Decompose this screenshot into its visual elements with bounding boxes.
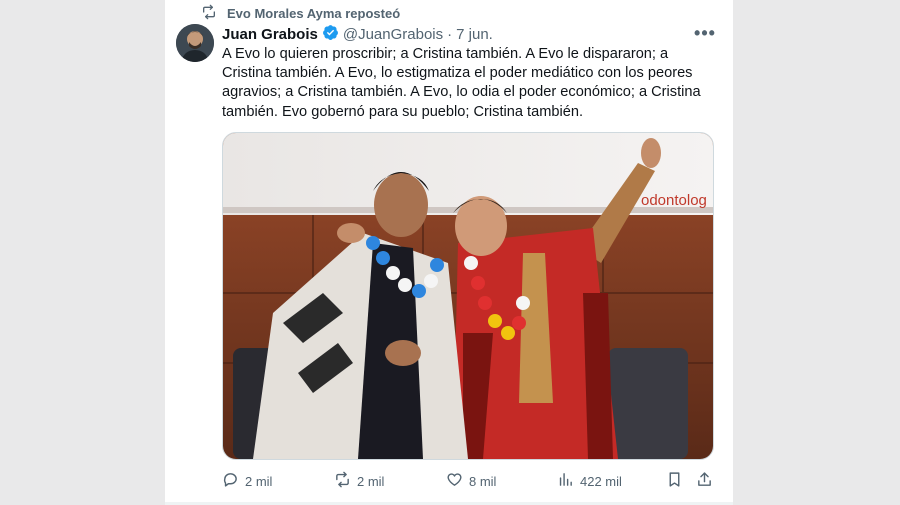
- reply-count: 2 mil: [245, 473, 273, 489]
- views-count: 422 mil: [580, 473, 622, 489]
- like-button[interactable]: 8 mil: [446, 468, 496, 494]
- header-separator: ·: [447, 25, 453, 43]
- share-icon: [696, 471, 713, 491]
- repost-count: 2 mil: [357, 473, 385, 489]
- reply-icon: [222, 471, 239, 491]
- verified-badge-icon: [318, 24, 343, 45]
- repost-button[interactable]: 2 mil: [334, 468, 384, 494]
- bookmark-button[interactable]: [666, 468, 683, 494]
- author-handle[interactable]: @JuanGrabois: [343, 26, 443, 43]
- repost-action-icon: [334, 471, 351, 491]
- like-count: 8 mil: [469, 473, 497, 489]
- repost-text: Evo Morales Ayma reposteó: [227, 5, 401, 21]
- tweet-actions: 2 mil 2 mil 8 mil 422 mil: [222, 468, 714, 494]
- heart-icon: [446, 471, 463, 491]
- repost-indicator[interactable]: Evo Morales Ayma reposteó: [201, 4, 400, 22]
- tweet-card[interactable]: Evo Morales Ayma reposteó Juan Grabois @…: [165, 0, 733, 505]
- tweet-photo[interactable]: odontolog: [222, 132, 714, 460]
- avatar[interactable]: [176, 24, 214, 62]
- more-options-icon[interactable]: •••: [693, 22, 717, 44]
- share-button[interactable]: [696, 468, 713, 494]
- tweet-header: Juan Grabois @JuanGrabois · 7 jun.: [222, 24, 722, 44]
- repost-icon: [201, 4, 217, 23]
- views-button[interactable]: 422 mil: [557, 468, 622, 494]
- tweet-text: A Evo lo quieren proscribir; a Cristina …: [222, 46, 701, 120]
- author-name[interactable]: Juan Grabois: [222, 26, 318, 43]
- tweet-date[interactable]: 7 jun.: [456, 26, 493, 43]
- reply-button[interactable]: 2 mil: [222, 468, 272, 494]
- bookmark-icon: [666, 471, 683, 491]
- views-icon: [557, 471, 574, 491]
- banner-text: odontolog: [641, 192, 707, 209]
